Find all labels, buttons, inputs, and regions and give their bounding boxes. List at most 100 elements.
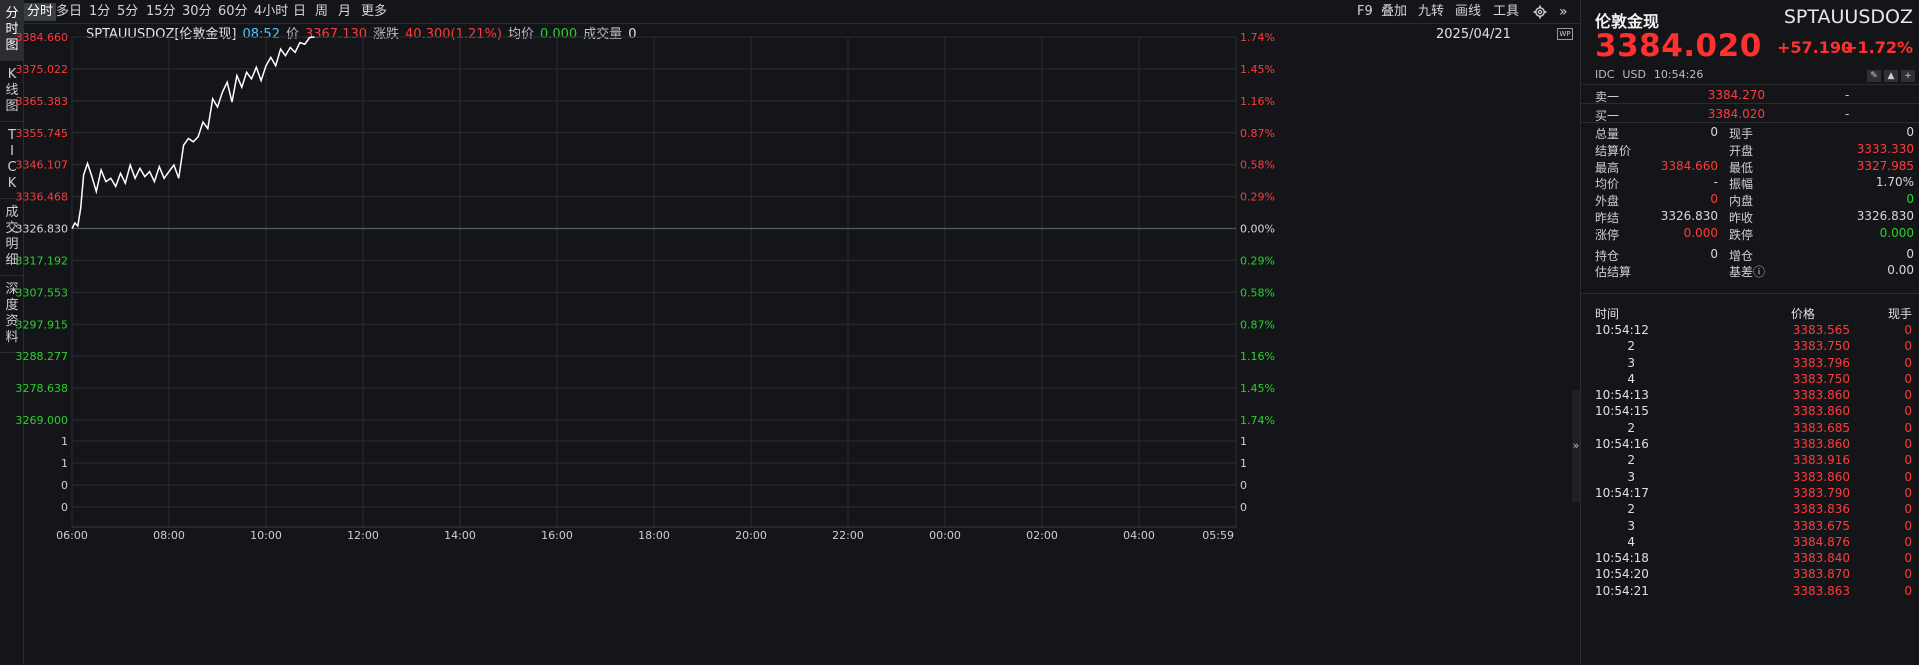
- x-tick-label: 08:00: [153, 529, 185, 542]
- intraday-chart[interactable]: 3384.660 3375.022 3365.383 3355.745 3346.107…: [0, 0, 1580, 665]
- tick-time: 10:54:20: [1595, 567, 1649, 582]
- y-pct-tick-label: 1.74%: [1240, 414, 1275, 427]
- x-tick-label: 14:00: [444, 529, 476, 542]
- x-tick-label: 10:00: [250, 529, 282, 542]
- tick-time: 10:54:18: [1595, 551, 1649, 566]
- tick-row: 10:54:21 3383.863 0: [1595, 583, 1915, 599]
- panel-icons: ✎ ▲ +: [1864, 67, 1915, 82]
- source-label: IDC: [1595, 68, 1615, 81]
- quote-time: 10:54:26: [1653, 68, 1704, 81]
- y-tick-label: 3336.468: [16, 191, 69, 204]
- stat-value: 0: [1906, 192, 1914, 207]
- tick-volume: 0: [1904, 339, 1912, 354]
- tick-row: 10:54:20 3383.870 0: [1595, 566, 1915, 582]
- stat-value: 0.000: [1683, 225, 1718, 240]
- tick-price: 3383.860: [1792, 437, 1850, 452]
- volume-tick-label: 1: [61, 435, 68, 448]
- stat-value: 3384.660: [1660, 158, 1718, 173]
- trading-window: 分时图 K线图 TICK 成交明细 深度资料 分时 多日 1分 5分 15分 3…: [0, 0, 1919, 665]
- tick-volume: 0: [1904, 420, 1912, 435]
- volume-tick-label: 1: [61, 457, 68, 470]
- y-pct-tick-label: 0.87%: [1240, 127, 1275, 140]
- tick-row: 10:54:15 3383.860 0: [1595, 403, 1915, 419]
- tick-time: 4: [1627, 534, 1635, 549]
- tick-volume: 0: [1904, 518, 1912, 533]
- y-tick-label: 3278.638: [16, 382, 69, 395]
- tick-time: 2: [1627, 339, 1635, 354]
- tick-header-volume: 现手: [1887, 307, 1912, 321]
- stat-value: 0: [1710, 192, 1718, 207]
- tick-time: 10:54:16: [1595, 437, 1649, 452]
- y-pct-tick-label: 0.58%: [1240, 286, 1275, 299]
- y-pct-tick-label: 0.00%: [1240, 223, 1275, 236]
- tick-row: 2 3383.916 0: [1595, 452, 1915, 468]
- tick-price: 3383.790: [1792, 485, 1850, 500]
- stat-label: 现手: [1729, 127, 1754, 141]
- stat-label: 总量: [1595, 127, 1620, 141]
- tick-price: 3383.860: [1792, 388, 1850, 403]
- tick-header-time: 时间: [1595, 307, 1620, 321]
- tick-list[interactable]: 时间 价格 现手 10:54:12 3383.565 0 2 3383.750 0 3 338…: [1595, 305, 1915, 599]
- y-tick-label: 3326.830: [16, 223, 69, 236]
- stat-value: 0.00: [1887, 263, 1914, 278]
- tick-time: 10:54:13: [1595, 388, 1649, 403]
- bid-volume: -: [1845, 107, 1850, 121]
- instrument-code: SPTAUUSDOZ: [1783, 6, 1913, 28]
- tick-price: 3383.836: [1792, 502, 1850, 517]
- stat-value: 0.000: [1879, 225, 1914, 240]
- bell-icon[interactable]: ▲: [1884, 70, 1898, 82]
- tick-row: 3 3383.675 0: [1595, 518, 1915, 534]
- y-tick-label: 3269.000: [16, 414, 69, 427]
- volume-tick-label: 1: [1240, 457, 1247, 470]
- y-pct-tick-label: 0.58%: [1240, 159, 1275, 172]
- tick-row: 3 3383.796 0: [1595, 355, 1915, 371]
- tick-volume: 0: [1904, 355, 1912, 370]
- last-price: 3384.020: [1595, 28, 1762, 64]
- y-tick-label: 3317.192: [16, 254, 69, 267]
- tick-volume: 0: [1904, 583, 1912, 598]
- tick-time: 10:54:17: [1595, 485, 1649, 500]
- stat-value: -: [1713, 175, 1718, 190]
- y-pct-tick-label: 1.16%: [1240, 95, 1275, 108]
- chart-grid: [71, 36, 1237, 528]
- currency-label: USD: [1622, 68, 1646, 81]
- stat-label: 估结算: [1595, 265, 1632, 280]
- stat-label: 结算价: [1595, 143, 1632, 158]
- tick-row: 2 3383.836 0: [1595, 501, 1915, 517]
- bid-price: 3384.020: [1707, 107, 1765, 121]
- y-tick-label: 3346.107: [16, 159, 69, 172]
- tick-time: 10:54:21: [1595, 583, 1649, 598]
- stat-value: 3327.985: [1856, 158, 1914, 173]
- edit-icon[interactable]: ✎: [1867, 70, 1881, 82]
- tick-row: 10:54:13 3383.860 0: [1595, 387, 1915, 403]
- tick-volume: 0: [1904, 502, 1912, 517]
- y-axis-right: 1.74% 1.45% 1.16% 0.87% 0.58% 0.29% 0.00% 0.29%…: [1240, 31, 1275, 427]
- tick-price: 3383.870: [1792, 567, 1850, 582]
- y-tick-label: 3288.277: [16, 350, 69, 363]
- x-axis: 06:00 08:00 10:00 12:00 14:00 16:00 18:00 20:00…: [56, 529, 1234, 542]
- tick-volume: 0: [1904, 469, 1912, 484]
- tick-row: 10:54:17 3383.790 0: [1595, 485, 1915, 501]
- y-tick-label: 3307.553: [16, 286, 69, 299]
- tick-volume: 0: [1904, 534, 1912, 549]
- tick-header: 时间 价格 现手: [1595, 305, 1915, 322]
- x-tick-label: 05:59: [1202, 529, 1234, 542]
- y-pct-tick-label: 1.74%: [1240, 31, 1275, 44]
- tick-time: 2: [1627, 502, 1635, 517]
- y-pct-tick-label: 0.29%: [1240, 191, 1275, 204]
- tick-volume: 0: [1904, 567, 1912, 582]
- tick-volume: 0: [1904, 323, 1912, 337]
- stat-value: 3326.830: [1856, 209, 1914, 223]
- add-icon[interactable]: +: [1901, 70, 1915, 82]
- volume-tick-label: 0: [1240, 479, 1247, 492]
- tick-time: 10:54:15: [1595, 404, 1649, 419]
- stat-label: 内盘: [1729, 194, 1754, 209]
- y-axis-left: 3384.660 3375.022 3365.383 3355.745 3346.107…: [16, 31, 69, 427]
- tick-price: 3383.685: [1792, 420, 1850, 435]
- divider: [1581, 84, 1919, 85]
- tick-price: 3383.860: [1792, 404, 1850, 419]
- tick-price: 3383.796: [1792, 355, 1850, 370]
- tick-header-price: 价格: [1791, 307, 1816, 321]
- panel-collapse-handle[interactable]: »: [1572, 390, 1580, 502]
- ask-price: 3384.270: [1707, 88, 1765, 102]
